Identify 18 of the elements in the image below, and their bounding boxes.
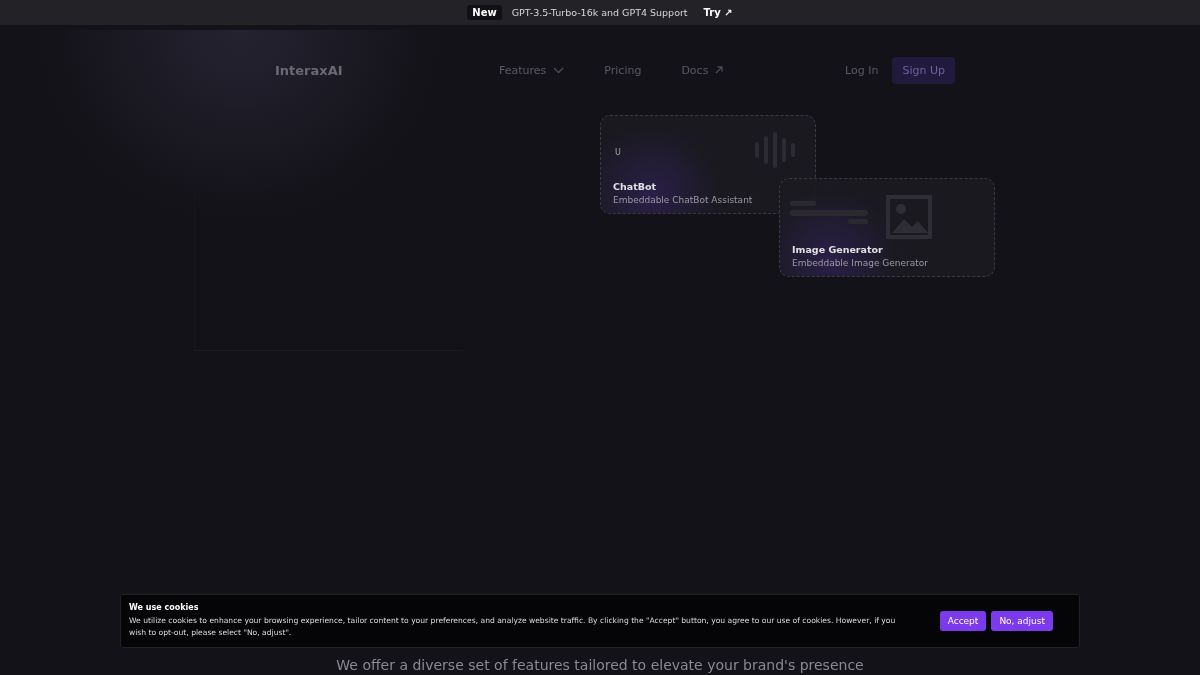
feature-card[interactable]: Image Generator Embeddable Image Generator bbox=[779, 178, 995, 277]
feature-card[interactable]: U ChatBot Embeddable ChatBot Assistant bbox=[600, 115, 816, 214]
try-link[interactable]: Try ↗ bbox=[703, 7, 733, 18]
card-title: Image Generator bbox=[792, 244, 884, 255]
announcement-text: GPT-3.5-Turbo-16k and GPT4 Support bbox=[511, 7, 688, 18]
section-subtitle: We offer a diverse set of features tailored to elevate your brand's presence bbox=[335, 657, 865, 673]
avatar-letter: U bbox=[615, 148, 621, 157]
card-title: ChatBot bbox=[613, 181, 657, 192]
card-subtitle: Embeddable Image Generator bbox=[792, 258, 928, 268]
new-badge: New bbox=[467, 5, 502, 20]
external-link-icon bbox=[715, 66, 724, 74]
cookie-title: We use cookies bbox=[129, 603, 200, 613]
card-subtitle: Embeddable ChatBot Assistant bbox=[613, 195, 753, 205]
chevron-down-icon bbox=[553, 66, 565, 74]
cookie-button[interactable]: Accept bbox=[939, 611, 987, 631]
logo-text: InteraxAI bbox=[275, 62, 344, 78]
signup-button[interactable]: Sign Up bbox=[892, 56, 955, 84]
cookie-button[interactable]: No, adjust bbox=[991, 611, 1053, 631]
